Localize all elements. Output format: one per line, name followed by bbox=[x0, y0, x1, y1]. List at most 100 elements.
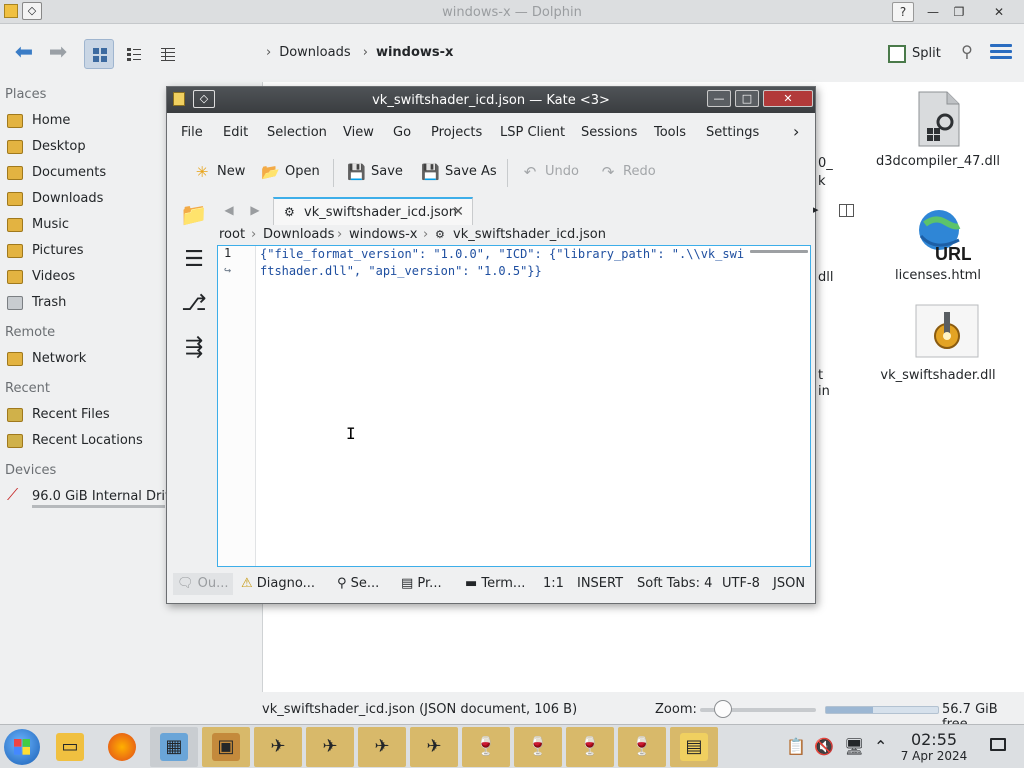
place-internal-drive[interactable]: ⟋ 96.0 GiB Internal Drive bbox=[0, 484, 181, 510]
taskbar-wine-glass-3[interactable]: 🍷 bbox=[566, 727, 614, 767]
taskbar-kate[interactable]: ▤ bbox=[670, 727, 718, 767]
code-text[interactable]: {"file_format_version": "1.0.0", "ICD": … bbox=[260, 246, 748, 280]
code-editor[interactable]: 1 ↪ {"file_format_version": "1.0.0", "IC… bbox=[217, 245, 811, 567]
menu-lsp-client[interactable]: LSP Client bbox=[500, 125, 565, 140]
crumb-file[interactable]: vk_swiftshader_icd.json bbox=[453, 225, 606, 245]
maximize-button[interactable]: ❐ bbox=[948, 2, 970, 22]
close-button[interactable]: ✕ bbox=[988, 2, 1010, 22]
taskbar-wine-4[interactable]: ✈ bbox=[410, 727, 458, 767]
compact-view-button[interactable] bbox=[118, 39, 148, 69]
taskbar-system-settings[interactable]: ▦ bbox=[150, 727, 198, 767]
filesystem-browser-icon[interactable]: 📁 bbox=[179, 201, 209, 231]
minimize-button[interactable]: — bbox=[707, 90, 731, 107]
tab-list-dropdown-icon[interactable]: ▸ bbox=[813, 203, 819, 216]
place-documents[interactable]: Documents bbox=[0, 160, 165, 186]
hamburger-menu-icon[interactable] bbox=[990, 44, 1012, 62]
taskbar-files[interactable]: ▭ bbox=[46, 727, 94, 767]
terminal-toggle[interactable]: ▬ Term... bbox=[465, 573, 525, 595]
save-as-button[interactable]: 💾 Save As bbox=[421, 159, 497, 185]
crumb-windows-x[interactable]: windows-x bbox=[349, 225, 417, 245]
taskbar-firefox[interactable] bbox=[98, 727, 146, 767]
encoding-setting[interactable]: UTF-8 bbox=[722, 573, 760, 595]
taskbar-wine-2[interactable]: ✈ bbox=[306, 727, 354, 767]
syntax-mode[interactable]: JSON bbox=[773, 573, 805, 595]
menu-view[interactable]: View bbox=[343, 125, 374, 140]
help-button[interactable]: ? bbox=[892, 2, 914, 22]
menu-settings[interactable]: Settings bbox=[706, 125, 759, 140]
icons-view-button[interactable] bbox=[84, 39, 114, 69]
dolphin-titlebar[interactable]: ◇ windows-x — Dolphin ? — ❐ ✕ bbox=[0, 0, 1024, 24]
documents-list-icon[interactable]: ☰ bbox=[179, 245, 209, 275]
place-videos[interactable]: Videos bbox=[0, 264, 165, 290]
place-recent-locations[interactable]: Recent Locations bbox=[0, 428, 165, 454]
taskbar-archive[interactable]: ▣ bbox=[202, 727, 250, 767]
kate-titlebar[interactable]: ◇ vk_swiftshader_icd.json — Kate <3> — □… bbox=[167, 87, 815, 113]
place-music[interactable]: Music bbox=[0, 212, 165, 238]
new-button[interactable]: ✳ New bbox=[193, 159, 246, 185]
indentation-setting[interactable]: Soft Tabs: 4 bbox=[637, 573, 712, 595]
file-item[interactable]: URL licenses.html bbox=[868, 204, 1008, 283]
diagnostics-toggle[interactable]: ⚠ Diagno... bbox=[241, 573, 315, 595]
projects-toggle[interactable]: ▤ Pr... bbox=[401, 573, 442, 595]
place-downloads[interactable]: Downloads bbox=[0, 186, 165, 212]
output-toggle[interactable]: 🗨 Ou... bbox=[173, 573, 233, 595]
menu-tools[interactable]: Tools bbox=[654, 125, 686, 140]
taskbar-wine-glass-1[interactable]: 🍷 bbox=[462, 727, 510, 767]
location-breadcrumb[interactable]: › Downloads › windows-x bbox=[266, 45, 453, 60]
crumb-windows-x[interactable]: windows-x bbox=[376, 45, 454, 60]
show-desktop-icon[interactable] bbox=[990, 738, 1006, 751]
zoom-slider-handle[interactable] bbox=[714, 700, 733, 718]
details-view-button[interactable] bbox=[152, 39, 182, 69]
redo-button[interactable]: ↷ Redo bbox=[599, 159, 656, 185]
file-item[interactable]: vk_swiftshader.dll bbox=[868, 304, 1008, 383]
tab-close-icon[interactable]: ✕ bbox=[452, 204, 464, 220]
taskbar-wine-1[interactable]: ✈ bbox=[254, 727, 302, 767]
search-icon[interactable]: ⚲ bbox=[956, 42, 978, 64]
crumb-downloads[interactable]: Downloads bbox=[279, 45, 350, 60]
cursor-position[interactable]: 1:1 bbox=[543, 573, 564, 595]
maximize-button[interactable]: □ bbox=[735, 90, 759, 107]
digital-clock[interactable]: 02:55 7 Apr 2024 bbox=[898, 731, 970, 764]
menu-sessions[interactable]: Sessions bbox=[581, 125, 637, 140]
audio-muted-icon[interactable]: 🔇 bbox=[814, 737, 834, 756]
display-icon[interactable]: 🖥 bbox=[844, 737, 864, 756]
taskbar-wine-glass-2[interactable]: 🍷 bbox=[514, 727, 562, 767]
split-view-icon[interactable] bbox=[839, 204, 854, 217]
open-button[interactable]: 📂 Open bbox=[261, 159, 320, 185]
git-icon[interactable]: ⎇ bbox=[179, 289, 209, 319]
input-mode[interactable]: INSERT bbox=[577, 573, 623, 595]
file-item[interactable]: d3dcompiler_47.dll bbox=[868, 90, 1008, 169]
place-home[interactable]: Home bbox=[0, 108, 165, 134]
place-network[interactable]: Network bbox=[0, 346, 165, 372]
tab-forward-icon[interactable]: ▶ bbox=[247, 203, 263, 219]
search-toggle[interactable]: ⚲ Se... bbox=[337, 573, 379, 595]
menu-file[interactable]: File bbox=[181, 125, 203, 140]
place-trash[interactable]: Trash bbox=[0, 290, 165, 316]
menu-go[interactable]: Go bbox=[393, 125, 411, 140]
crumb-downloads[interactable]: Downloads bbox=[263, 225, 334, 245]
back-arrow-icon[interactable]: ⬅ bbox=[10, 40, 38, 68]
menu-projects[interactable]: Projects bbox=[431, 125, 482, 140]
close-button[interactable]: ✕ bbox=[763, 90, 813, 107]
tab-back-icon[interactable]: ◀ bbox=[221, 203, 237, 219]
taskbar-wine-glass-4[interactable]: 🍷 bbox=[618, 727, 666, 767]
symbols-outline-icon[interactable]: ⇶ bbox=[179, 333, 209, 363]
taskbar-wine-3[interactable]: ✈ bbox=[358, 727, 406, 767]
crumb-root[interactable]: root bbox=[219, 225, 245, 245]
clipboard-icon[interactable]: 📋 bbox=[786, 737, 806, 756]
minimap-line[interactable] bbox=[750, 250, 808, 253]
tab-vk-swiftshader-icd[interactable]: ⚙ vk_swiftshader_icd.json ✕ bbox=[273, 197, 473, 225]
tray-expand-chevron-icon[interactable]: ⌃ bbox=[874, 737, 887, 756]
place-recent-files[interactable]: Recent Files bbox=[0, 402, 165, 428]
start-menu-button[interactable] bbox=[4, 729, 40, 765]
place-desktop[interactable]: Desktop bbox=[0, 134, 165, 160]
menu-selection[interactable]: Selection bbox=[267, 125, 327, 140]
minimize-button[interactable]: — bbox=[922, 2, 944, 22]
save-button[interactable]: 💾 Save bbox=[347, 159, 403, 185]
forward-arrow-icon[interactable]: ➡ bbox=[44, 40, 72, 68]
menu-overflow-chevron-icon[interactable]: › bbox=[793, 122, 799, 141]
place-pictures[interactable]: Pictures bbox=[0, 238, 165, 264]
split-button[interactable]: Split bbox=[886, 43, 941, 65]
menu-edit[interactable]: Edit bbox=[223, 125, 248, 140]
undo-button[interactable]: ↶ Undo bbox=[521, 159, 579, 185]
